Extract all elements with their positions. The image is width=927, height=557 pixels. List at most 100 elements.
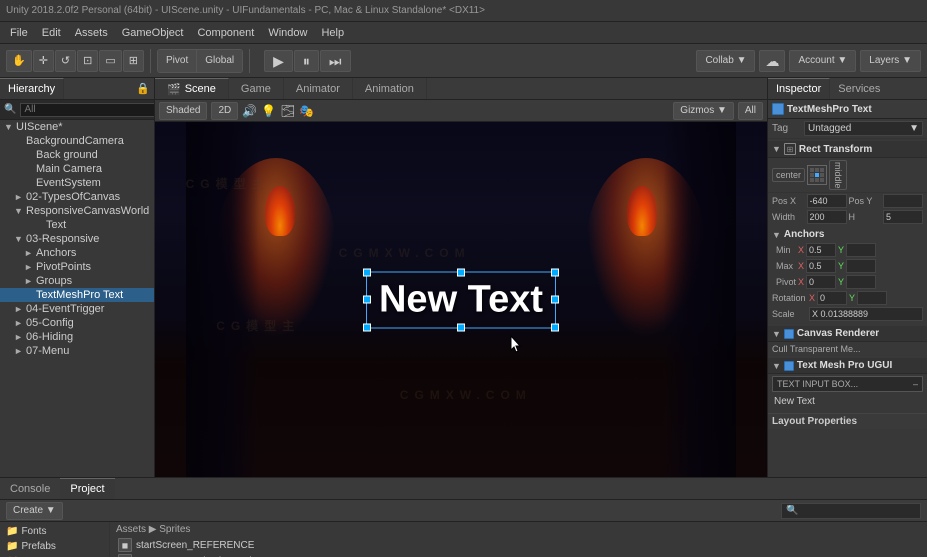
hierarchy-tab[interactable]: Hierarchy [0,78,64,99]
file-item-1[interactable]: ◼ startScreen_selectionMarker [116,553,921,557]
tree-item-07[interactable]: ► 07-Menu [0,344,154,358]
handle-tl[interactable] [363,268,371,276]
watermark-3: CG模型主 [216,317,300,334]
textmesh-checkbox[interactable] [784,361,794,371]
posy-input[interactable] [883,194,923,208]
all-tool-btn[interactable]: ⊞ [123,50,144,72]
scale-tool-btn[interactable]: ⊡ [77,50,98,72]
hierarchy-lock-icon[interactable]: 🔒 [132,78,154,99]
handle-tc[interactable] [457,268,465,276]
max-y-input[interactable] [846,259,876,273]
handle-mr[interactable] [551,296,559,304]
component-checkbox[interactable] [772,103,784,115]
global-btn[interactable]: Global [197,50,242,72]
min-x-input[interactable] [806,243,836,257]
posx-input[interactable] [807,194,847,208]
text-input-arrow[interactable]: – [913,379,918,389]
height-input[interactable] [883,210,923,224]
tree-item-responsiveworld[interactable]: ▼ ResponsiveCanvasWorld [0,204,154,218]
min-y-input[interactable] [846,243,876,257]
anchors-arrow[interactable]: ▼ [772,230,781,240]
tree-item-maincamera[interactable]: Main Camera [0,162,154,176]
scene-tab[interactable]: 🎬 Scene [155,78,229,99]
rotate-tool-btn[interactable]: ↺ [55,50,76,72]
tree-item-bgcamera[interactable]: BackgroundCamera [0,134,154,148]
shaded-dropdown[interactable]: Shaded [159,102,207,120]
twod-btn[interactable]: 2D [211,102,238,120]
inspector-tab-bar: Inspector Services [768,78,927,100]
handle-br[interactable] [551,323,559,331]
play-btn[interactable]: ▶ [264,50,293,72]
services-tab[interactable]: Services [830,78,888,99]
tree-item-03[interactable]: ▼ 03-Responsive [0,232,154,246]
all-btn[interactable]: All [738,102,763,120]
rect-tool-btn[interactable]: ▭ [99,50,121,72]
menu-gameobject[interactable]: GameObject [116,25,190,41]
tree-item-groups[interactable]: ► Groups [0,274,154,288]
rotation-y-input[interactable] [857,291,887,305]
cloud-btn[interactable]: ☁ [759,50,785,72]
canvas-renderer-checkbox[interactable] [784,329,794,339]
tree-item-anchors[interactable]: ► Anchors [0,246,154,260]
project-tab[interactable]: Project [60,478,114,499]
max-x-input[interactable] [806,259,836,273]
text-element-container[interactable]: New Text [366,271,556,328]
handle-bl[interactable] [363,323,371,331]
tree-item-background[interactable]: Back ground [0,148,154,162]
menu-help[interactable]: Help [315,25,350,41]
hierarchy-search-input[interactable] [20,103,155,117]
tree-item-02[interactable]: ► 02-TypesOfCanvas [0,190,154,204]
layers-btn[interactable]: Layers ▼ [860,50,921,72]
tag-dropdown[interactable]: Untagged ▼ [804,121,923,136]
hand-tool-btn[interactable]: ✋ [6,50,32,72]
folder-prefabs[interactable]: 📁 Prefabs [0,539,109,554]
animator-tab[interactable]: Animator [284,78,353,99]
real-menu-bar[interactable]: File Edit Assets GameObject Component Wi… [0,22,927,44]
console-tab[interactable]: Console [0,478,60,499]
scene-icon-4[interactable]: 🎭 [299,104,314,118]
tree-item-eventsystem[interactable]: EventSystem [0,176,154,190]
tree-item-text[interactable]: Text [0,218,154,232]
anchors-label: Anchors [784,229,825,240]
menu-window[interactable]: Window [262,25,313,41]
pivot-y-input[interactable] [846,275,876,289]
scene-canvas[interactable]: CG模型主 CGMXW.COM CG模型主 CGMXW.COM New Text [155,122,767,477]
handle-bc[interactable] [457,323,465,331]
step-btn[interactable]: ⏭ [320,50,351,72]
canvas-renderer-arrow[interactable]: ▼ [772,329,781,339]
inspector-tab[interactable]: Inspector [768,78,830,99]
rotation-x-input[interactable] [817,291,847,305]
collab-btn[interactable]: Collab ▼ [696,50,755,72]
menu-assets[interactable]: Assets [69,25,114,41]
rect-transform-arrow[interactable]: ▼ [772,144,781,154]
menu-file[interactable]: File [4,25,34,41]
folder-fonts[interactable]: 📁 Fonts [0,524,109,539]
scene-icon-1[interactable]: 🔊 [242,104,257,118]
gizmos-btn[interactable]: Gizmos ▼ [673,102,734,120]
menu-edit[interactable]: Edit [36,25,67,41]
create-btn[interactable]: Create ▼ [6,502,63,520]
tree-item-pivotpoints[interactable]: ► PivotPoints [0,260,154,274]
tree-item-04[interactable]: ► 04-EventTrigger [0,302,154,316]
scene-icon-2[interactable]: 💡 [261,104,276,118]
textmesh-arrow[interactable]: ▼ [772,361,781,371]
file-item-0[interactable]: ◼ startScreen_REFERENCE [116,537,921,553]
tree-item-textmeshpro[interactable]: TextMeshPro Text [0,288,154,302]
tree-item-uiscene[interactable]: ▼ UIScene* [0,120,154,134]
scene-icon-3[interactable]: 🌫 [280,104,295,118]
width-input[interactable] [807,210,847,224]
pause-btn[interactable]: ⏸ [294,50,319,72]
handle-ml[interactable] [363,296,371,304]
pivot-x-input[interactable] [806,275,836,289]
tree-item-05[interactable]: ► 05-Config [0,316,154,330]
bottom-search[interactable] [781,503,921,519]
scale-label: Scale [772,309,807,319]
pivot-btn[interactable]: Pivot [158,50,197,72]
move-tool-btn[interactable]: ✛ [33,50,54,72]
game-tab[interactable]: Game [229,78,284,99]
animation-tab[interactable]: Animation [353,78,427,99]
handle-tr[interactable] [551,268,559,276]
menu-component[interactable]: Component [191,25,260,41]
account-btn[interactable]: Account ▼ [789,50,856,72]
tree-item-06[interactable]: ► 06-Hiding [0,330,154,344]
